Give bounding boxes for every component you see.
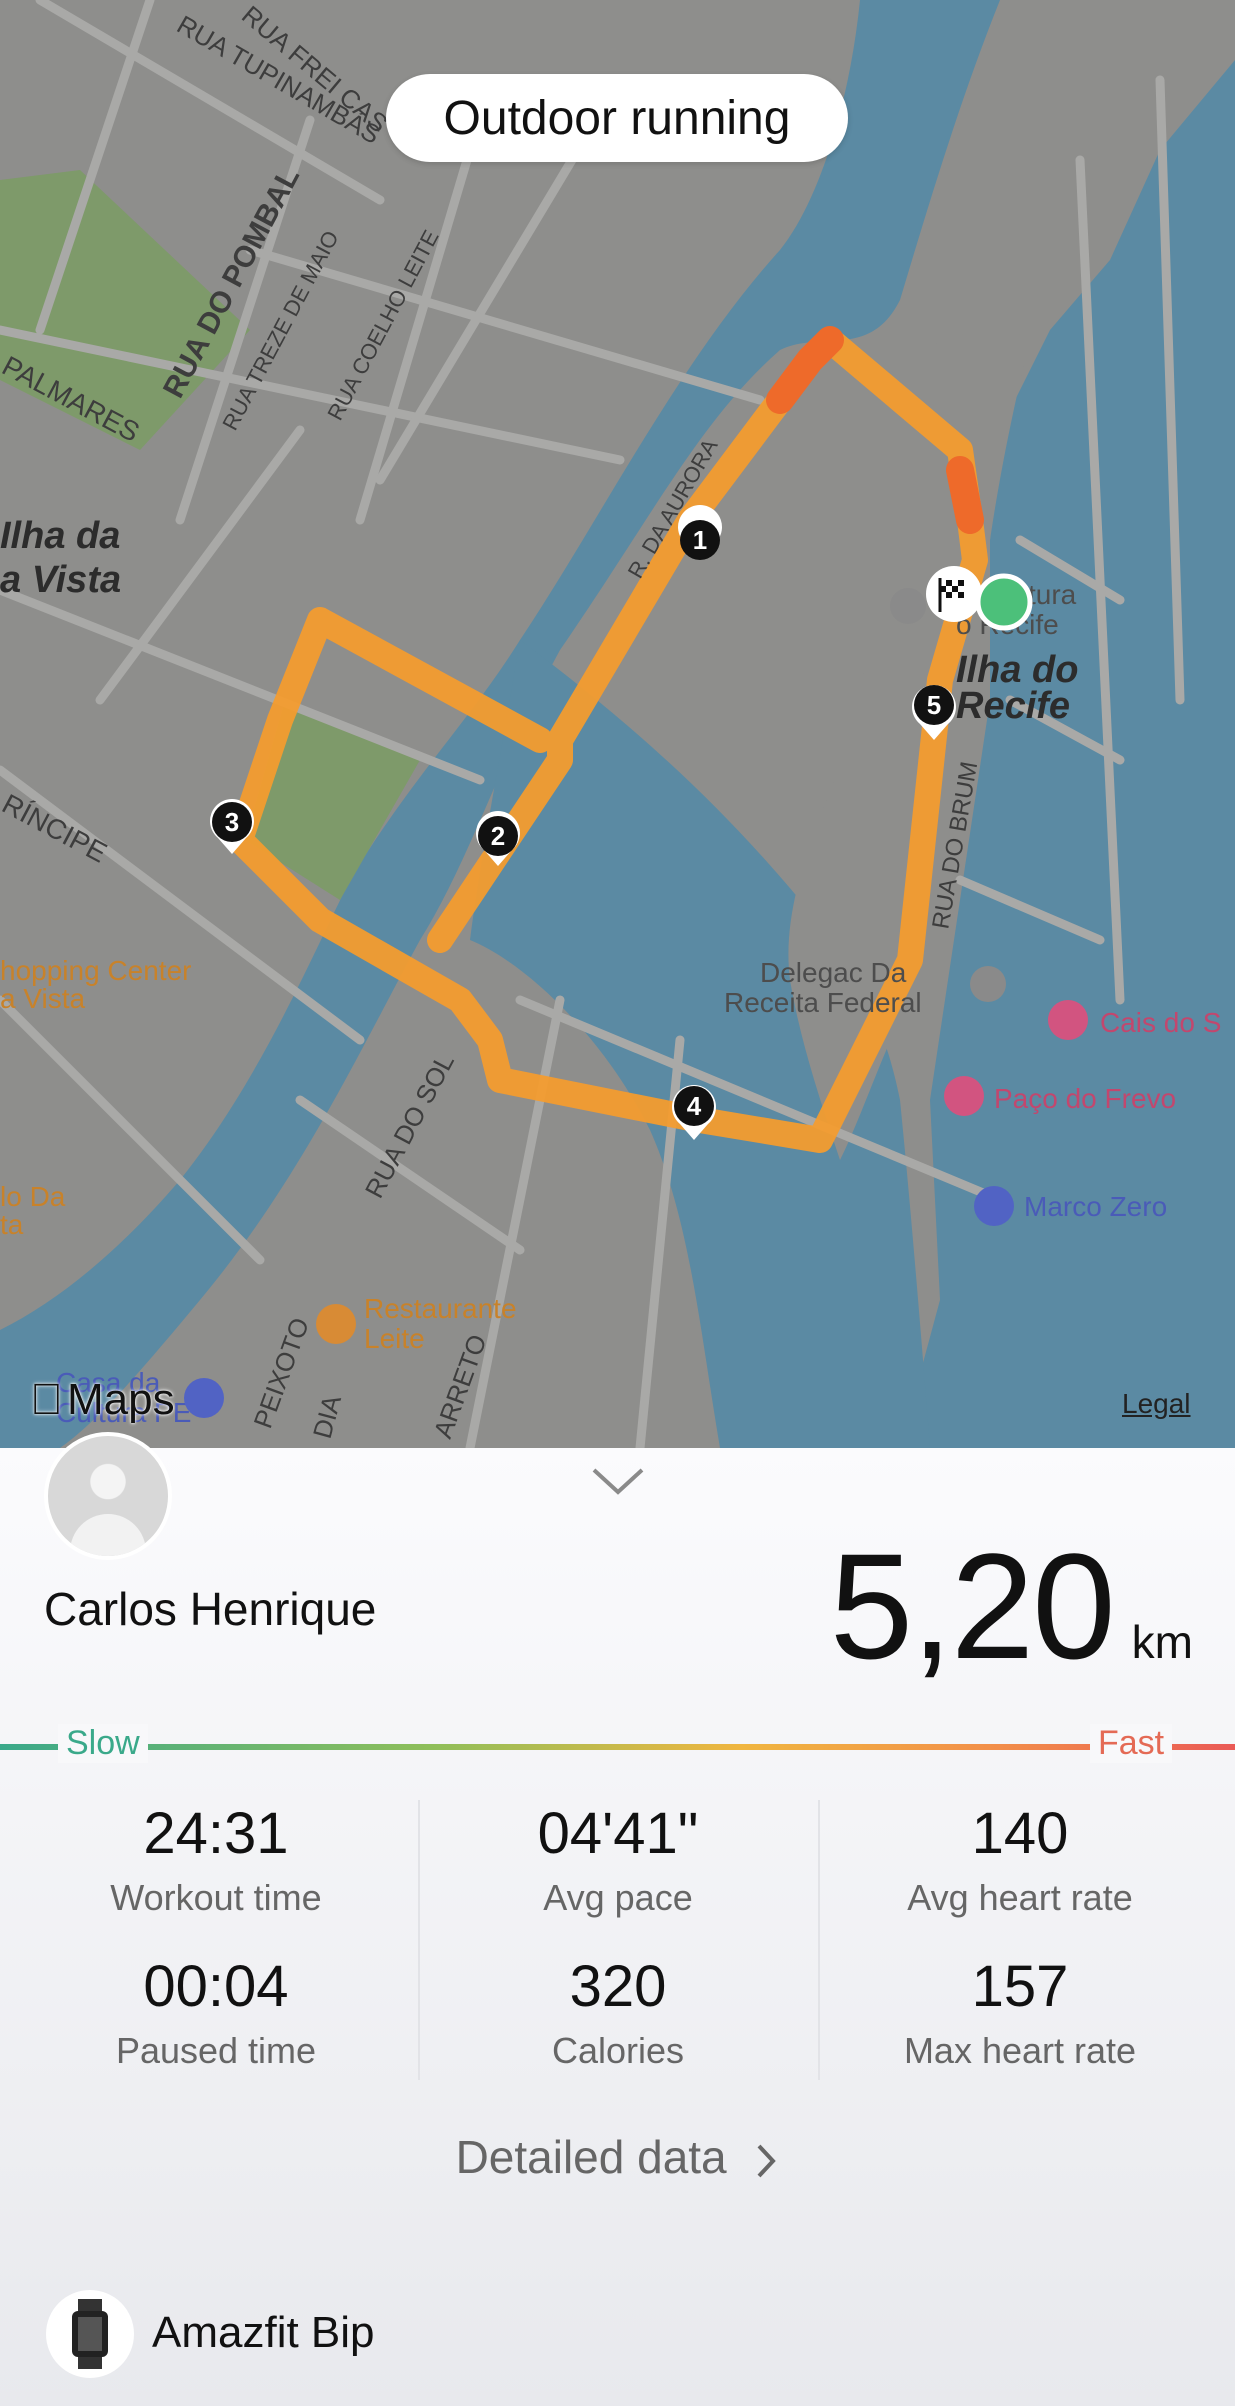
finish-flag-icon bbox=[926, 566, 982, 622]
stat-avg-pace: 04'41" Avg pace bbox=[418, 1800, 818, 1919]
stat-paused-time: 00:04 Paused time bbox=[16, 1953, 416, 2072]
start-point-icon bbox=[975, 573, 1033, 631]
distance-unit: km bbox=[1131, 1616, 1193, 1668]
pace-scale-bar bbox=[0, 1744, 1235, 1750]
stat-value: 04'41" bbox=[537, 1801, 699, 1866]
stat-value: 157 bbox=[971, 1954, 1069, 2019]
distance-value: 5,20 bbox=[829, 1522, 1116, 1690]
poi-label: lo Da bbox=[0, 1181, 66, 1212]
chevron-down-icon[interactable] bbox=[588, 1460, 648, 1500]
district-label: a Vista bbox=[0, 559, 121, 601]
maps-attribution:  Maps bbox=[30, 1375, 175, 1425]
legal-link[interactable]: Legal bbox=[1122, 1388, 1191, 1420]
poi-label: ta bbox=[0, 1209, 24, 1240]
user-name: Carlos Henrique bbox=[44, 1583, 377, 1635]
stat-label: Calories bbox=[551, 2030, 685, 2071]
svg-text:3: 3 bbox=[225, 807, 239, 837]
svg-text:1: 1 bbox=[693, 525, 707, 555]
activity-title: Outdoor running bbox=[386, 74, 848, 162]
stat-label: Workout time bbox=[110, 1877, 322, 1918]
stat-label: Avg heart rate bbox=[907, 1877, 1133, 1918]
route-fast-segment bbox=[946, 456, 984, 534]
stat-label: Paused time bbox=[115, 2030, 317, 2071]
restaurant-icon bbox=[316, 1304, 356, 1344]
pace-slow-label: Slow bbox=[58, 1724, 148, 1763]
device-name: Amazfit Bip bbox=[152, 2308, 375, 2357]
poi-label: Restaurante bbox=[364, 1293, 517, 1324]
poi-label: Paço do Frevo bbox=[994, 1083, 1176, 1114]
km-marker-1: 1 bbox=[678, 505, 723, 560]
district-label: Ilha da bbox=[0, 515, 120, 557]
star-icon bbox=[184, 1378, 224, 1418]
stat-max-heart-rate: 157 Max heart rate bbox=[820, 1953, 1220, 2072]
chevron-right-icon bbox=[757, 2144, 777, 2178]
district-label: Recife bbox=[956, 685, 1070, 727]
poi-label: tura bbox=[1028, 579, 1077, 610]
poi-label: Leite bbox=[364, 1323, 425, 1354]
poi-label: hopping Center bbox=[0, 955, 191, 986]
stat-avg-heart-rate: 140 Avg heart rate bbox=[820, 1800, 1220, 1919]
stat-label: Max heart rate bbox=[903, 2030, 1137, 2071]
museum-icon bbox=[944, 1076, 984, 1116]
building-icon bbox=[970, 966, 1006, 1002]
museum-icon bbox=[1048, 1000, 1088, 1040]
apple-icon:  bbox=[30, 1375, 63, 1425]
detailed-data-label: Detailed data bbox=[455, 2131, 727, 2183]
poi-label: Cais do S bbox=[1100, 1007, 1221, 1038]
pace-fast-label: Fast bbox=[1090, 1724, 1173, 1763]
route-map[interactable]: RUA FREI CAS RUA TUPINAMBÁS RUA DO POMBA… bbox=[0, 0, 1235, 1448]
star-icon bbox=[974, 1186, 1014, 1226]
poi-label: Delegac Da bbox=[760, 957, 907, 988]
poi-label: Marco Zero bbox=[1024, 1191, 1167, 1222]
svg-text:2: 2 bbox=[491, 821, 505, 851]
stat-calories: 320 Calories bbox=[418, 1953, 818, 2072]
distance-display: 5,20 km bbox=[830, 1520, 1193, 1693]
svg-text:5: 5 bbox=[927, 690, 941, 720]
stat-label: Avg pace bbox=[543, 1877, 693, 1918]
stat-value: 00:04 bbox=[143, 1954, 289, 2019]
stat-value: 24:31 bbox=[143, 1801, 289, 1866]
landmark-icon bbox=[890, 588, 926, 624]
avatar[interactable] bbox=[44, 1432, 172, 1560]
stat-value: 140 bbox=[971, 1801, 1069, 1866]
stat-workout-time: 24:31 Workout time bbox=[16, 1800, 416, 1919]
watch-icon bbox=[46, 2290, 134, 2378]
stat-value: 320 bbox=[569, 1954, 667, 2019]
detailed-data-link[interactable]: Detailed data bbox=[0, 2130, 1235, 2184]
poi-label: a Vista bbox=[0, 983, 86, 1014]
svg-text:4: 4 bbox=[687, 1091, 702, 1121]
poi-label: Receita Federal bbox=[724, 987, 922, 1018]
